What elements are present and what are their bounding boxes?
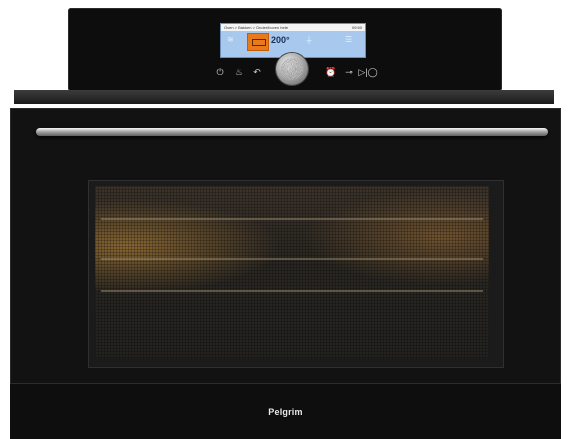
- display-breadcrumb: Oven > Bakken > Onder/boven hete: [224, 25, 289, 30]
- fan-icon[interactable]: ≋: [227, 35, 234, 44]
- display-time: 09:50: [351, 25, 362, 30]
- temperature-value[interactable]: 200°: [271, 35, 290, 45]
- heating-mode-selected[interactable]: [247, 33, 269, 51]
- lock-icon[interactable]: ⊸: [342, 67, 356, 78]
- start-stop-icon[interactable]: ▷|◯: [358, 67, 378, 78]
- oven-window: [95, 186, 489, 358]
- flame-icon[interactable]: ♨: [232, 67, 246, 78]
- brand-logo: Pelgrim: [268, 407, 303, 417]
- oven: Oven > Bakken > Onder/boven hete 09:50 ≋…: [0, 0, 568, 439]
- oven-rack: [101, 290, 483, 292]
- thermometer-icon[interactable]: ⏚: [305, 35, 313, 46]
- oven-rack: [101, 218, 483, 220]
- oven-base: Pelgrim: [10, 383, 561, 439]
- menu-icon[interactable]: ☰: [345, 35, 352, 44]
- door-handle[interactable]: [36, 128, 548, 136]
- control-knob[interactable]: [276, 53, 308, 85]
- control-panel: Oven > Bakken > Onder/boven hete 09:50 ≋…: [68, 8, 502, 91]
- power-icon[interactable]: ⏻: [213, 67, 227, 78]
- back-icon[interactable]: ↶: [250, 67, 264, 78]
- timer-icon[interactable]: ⏰: [324, 67, 338, 78]
- vent-strip: [14, 90, 554, 104]
- display-header: Oven > Bakken > Onder/boven hete 09:50: [221, 24, 365, 31]
- oven-rack: [101, 258, 483, 260]
